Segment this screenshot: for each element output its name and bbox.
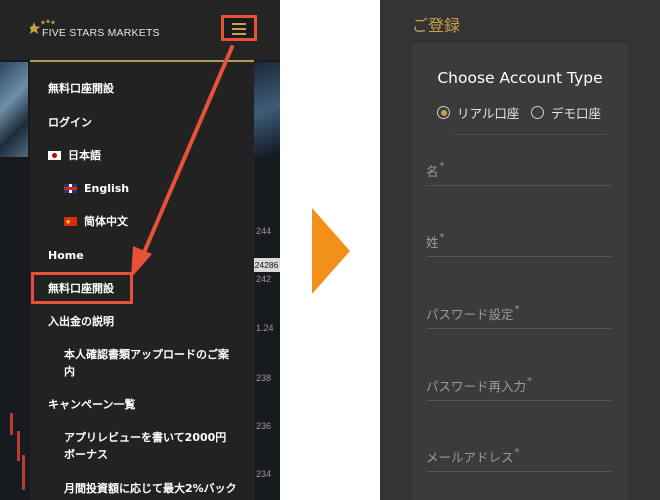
email-field[interactable]: メールアドレス*: [426, 441, 612, 472]
axis-label: 244: [256, 226, 272, 236]
account-type-title: Choose Account Type: [437, 69, 603, 87]
candle-marks: [8, 405, 28, 500]
menu-item-deposit-withdrawal[interactable]: 入出金の説明: [48, 313, 114, 330]
menu-item-monthly-cashback[interactable]: 月間投資額に応じて最大2%バック: [64, 480, 237, 497]
axis-label: 242: [256, 274, 272, 284]
mobile-menu-screenshot: FIVE STARS MARKETS 244 24286 242 1.24 23…: [0, 0, 280, 500]
menu-item-lang-english[interactable]: English: [64, 180, 129, 197]
radio-demo-account[interactable]: デモ口座: [531, 103, 601, 122]
menu-item-home[interactable]: Home: [48, 247, 84, 264]
menu-item-label: 日本語: [68, 149, 101, 162]
radio-label: リアル口座: [457, 106, 520, 121]
divider: [453, 134, 606, 135]
registration-form-screenshot: ご登録 Choose Account Type リアル口座 デモ口座 名* 姓*…: [380, 0, 660, 500]
china-flag-icon: [64, 214, 77, 231]
menu-item-label: ログイン: [48, 116, 92, 129]
hamburger-menu-icon: [232, 23, 246, 25]
site-logo[interactable]: FIVE STARS MARKETS: [30, 19, 160, 42]
japan-flag-icon: [48, 151, 61, 160]
menu-item-lang-japanese[interactable]: 日本語: [48, 147, 101, 164]
menu-item-label: 简体中文: [84, 215, 128, 228]
menu-item-label: アプリレビューを書いて2000円ボーナス: [64, 431, 227, 461]
field-label: パスワード設定*: [426, 304, 520, 322]
axis-label: 236: [256, 421, 272, 431]
first-name-field[interactable]: 名*: [426, 155, 612, 186]
menu-item-id-upload-guide[interactable]: 本人確認書類アップロードのご案内: [64, 346, 234, 380]
hamburger-menu-button[interactable]: [221, 15, 257, 41]
field-label: メールアドレス*: [426, 447, 520, 465]
radio-real-account[interactable]: リアル口座: [437, 103, 519, 122]
highlight-box: [31, 272, 133, 304]
axis-price-label: 24286: [253, 258, 280, 272]
menu-item-app-review-bonus[interactable]: アプリレビューを書いて2000円ボーナス: [64, 429, 234, 463]
top-bar: FIVE STARS MARKETS: [0, 0, 280, 60]
uk-flag-icon: [64, 184, 77, 193]
menu-item-open-account[interactable]: 無料口座開設: [48, 80, 114, 97]
page-title: ご登録: [412, 16, 461, 35]
menu-item-label: 月間投資額に応じて最大2%バック: [64, 482, 237, 495]
axis-label: 234: [256, 469, 272, 479]
menu-item-campaigns[interactable]: キャンペーン一覧: [48, 396, 135, 413]
menu-item-label: キャンペーン一覧: [48, 398, 136, 411]
radio-label: デモ口座: [551, 106, 602, 121]
registration-card: Choose Account Type リアル口座 デモ口座 名* 姓* パスワ…: [412, 43, 628, 500]
next-step-arrow-icon: [312, 208, 350, 294]
menu-item-label: Home: [48, 249, 84, 262]
password-field[interactable]: パスワード設定*: [426, 298, 612, 329]
menu-item-login[interactable]: ログイン: [48, 114, 92, 131]
menu-item-lang-chinese[interactable]: 简体中文: [64, 213, 128, 231]
menu-item-label: English: [84, 182, 130, 195]
password-confirm-field[interactable]: パスワード再入力*: [426, 370, 612, 401]
radio-icon: [531, 106, 544, 119]
radio-icon: [437, 106, 450, 119]
field-label: 名*: [426, 161, 445, 179]
menu-item-label: 無料口座開設: [48, 82, 114, 95]
field-label: 姓*: [426, 232, 445, 250]
axis-label: 1.24: [256, 323, 274, 333]
menu-item-label: 本人確認書類アップロードのご案内: [64, 348, 229, 378]
field-label: パスワード再入力*: [426, 376, 533, 394]
menu-item-label: 入出金の説明: [48, 315, 114, 328]
axis-label: 238: [256, 373, 272, 383]
last-name-field[interactable]: 姓*: [426, 226, 612, 257]
logo-text: FIVE STARS MARKETS: [42, 27, 160, 39]
